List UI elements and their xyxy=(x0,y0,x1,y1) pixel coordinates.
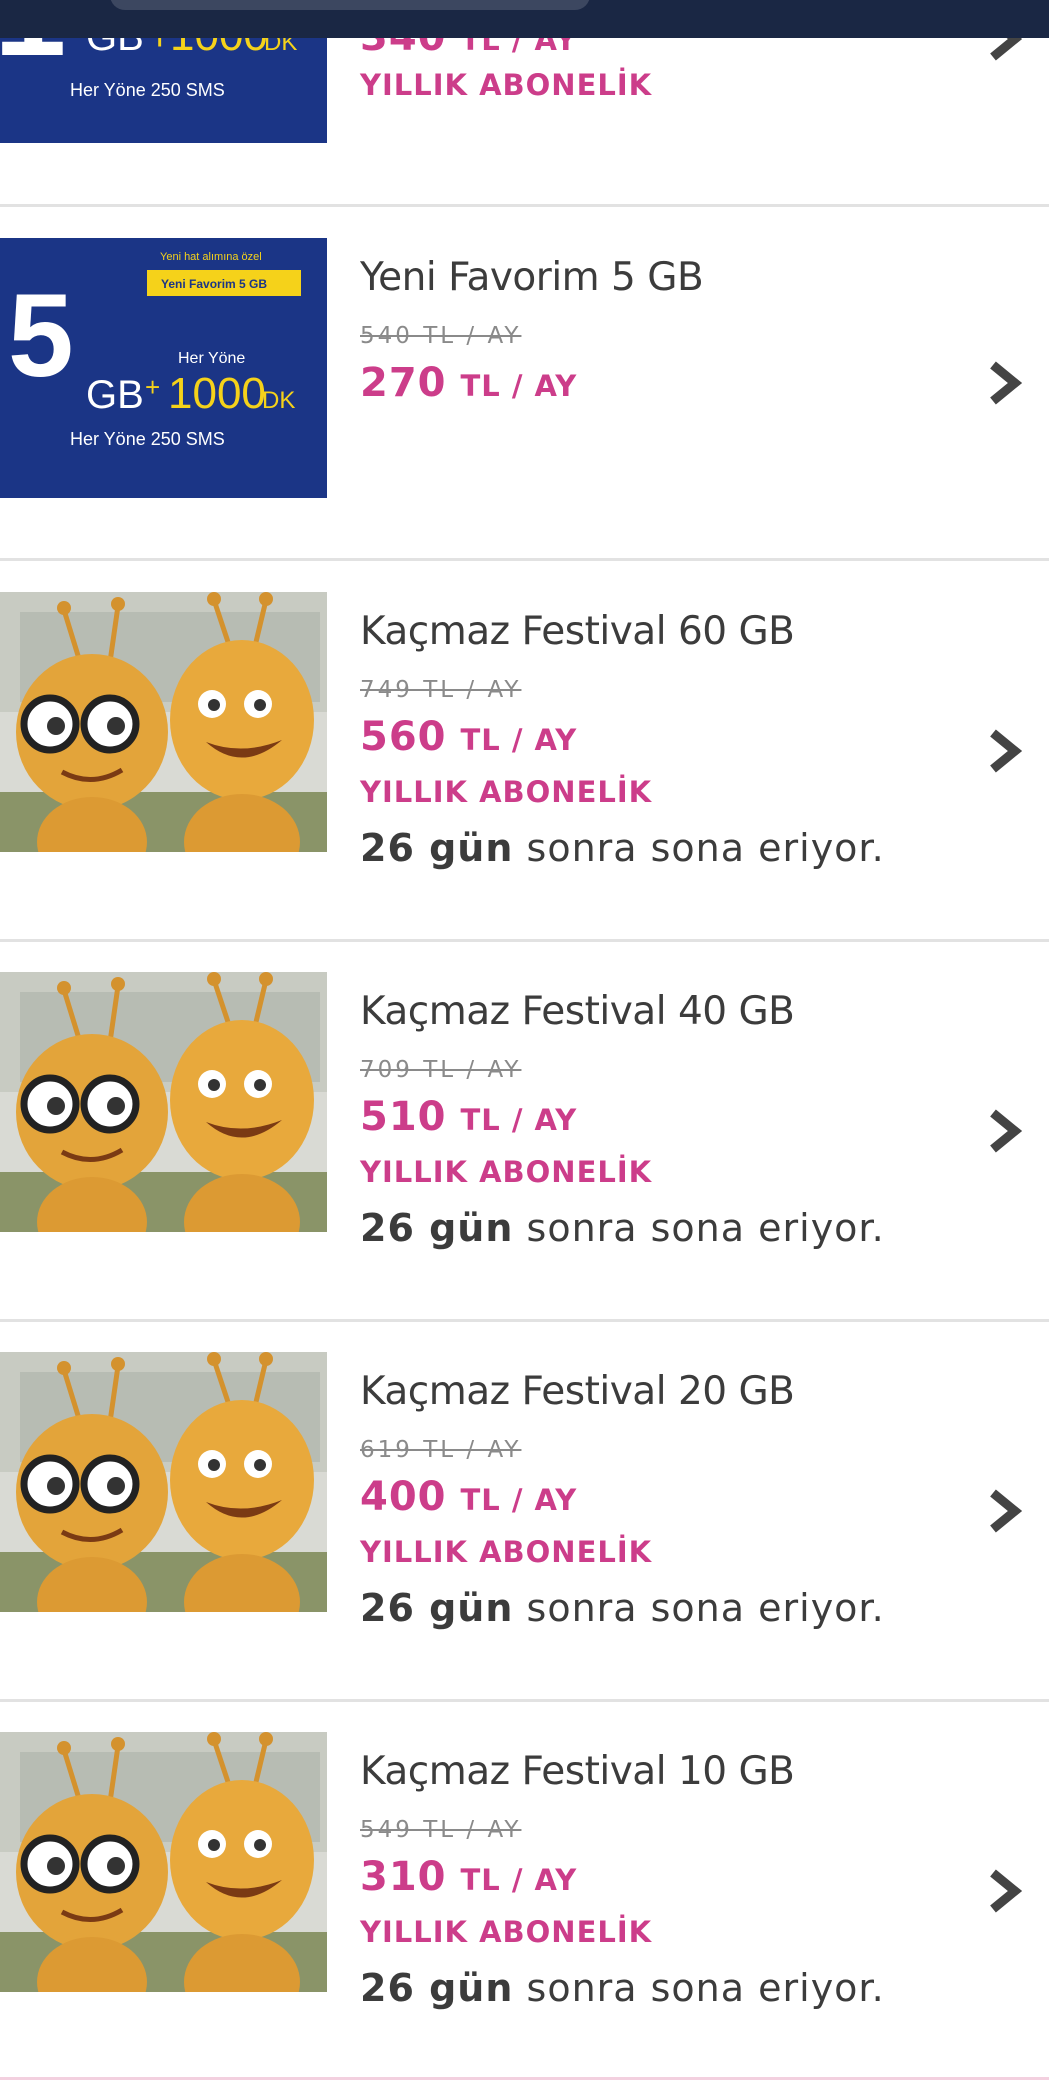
old-price: 540 TL / AY xyxy=(360,323,522,349)
offer-price: 310 TL / AY xyxy=(360,1854,578,1900)
offer-item-kacmaz-20gb[interactable]: Kaçmaz Festival 20 GB 619 TL / AY 400 TL … xyxy=(0,1321,1049,1701)
offer-price: 270 TL / AY xyxy=(360,360,578,406)
svg-text:Her Yöne: Her Yöne xyxy=(178,350,245,367)
svg-text:5: 5 xyxy=(8,270,74,402)
offer-mascot-image xyxy=(0,972,327,1232)
expiry-text: 26 gün sonra sona eriyor. xyxy=(360,1966,885,2010)
old-price: 619 TL / AY xyxy=(360,1437,522,1463)
old-price: 749 TL / AY xyxy=(360,677,522,703)
offer-price: 560 TL / AY xyxy=(360,714,578,760)
address-bar[interactable] xyxy=(110,0,590,10)
offer-item-kacmaz-60gb[interactable]: Kaçmaz Festival 60 GB 749 TL / AY 560 TL … xyxy=(0,561,1049,941)
old-price: 549 TL / AY xyxy=(360,1817,522,1843)
svg-text:Yeni hat alımına özel: Yeni hat alımına özel xyxy=(160,251,262,263)
svg-text:Her Yöne 250 SMS: Her Yöne 250 SMS xyxy=(70,429,225,449)
annual-subscription-label: YILLIK ABONELİK xyxy=(360,68,653,102)
expiry-text: 26 gün sonra sona eriyor. xyxy=(360,1586,885,1630)
chevron-right-icon[interactable] xyxy=(988,1868,1022,1914)
chevron-right-icon[interactable] xyxy=(988,728,1022,774)
offer-title: Kaçmaz Festival 60 GB xyxy=(360,609,795,654)
offer-title: Kaçmaz Festival 40 GB xyxy=(360,989,795,1034)
svg-text:Yeni Favorim 5 GB: Yeni Favorim 5 GB xyxy=(161,277,267,291)
annual-subscription-label: YILLIK ABONELİK xyxy=(360,775,653,809)
offer-title: Kaçmaz Festival 20 GB xyxy=(360,1369,795,1414)
offer-item-kacmaz-40gb[interactable]: Kaçmaz Festival 40 GB 709 TL / AY 510 TL … xyxy=(0,941,1049,1321)
offer-mascot-image xyxy=(0,592,327,852)
offer-price: 400 TL / AY xyxy=(360,1474,578,1520)
offer-title: Yeni Favorim 5 GB xyxy=(360,255,704,300)
chevron-right-icon[interactable] xyxy=(988,360,1022,406)
annual-subscription-label: YILLIK ABONELİK xyxy=(360,1915,653,1949)
offer-mascot-image xyxy=(0,1352,327,1612)
chevron-right-icon[interactable] xyxy=(988,1488,1022,1534)
svg-text:Her Yöne 250 SMS: Her Yöne 250 SMS xyxy=(70,80,225,100)
offer-mascot-image xyxy=(0,1732,327,1992)
browser-top-bar xyxy=(0,0,1049,38)
svg-text:1000: 1000 xyxy=(168,369,266,418)
expiry-text: 26 gün sonra sona eriyor. xyxy=(360,826,885,870)
svg-text:GB: GB xyxy=(86,373,144,417)
offer-item-kacmaz-10gb[interactable]: Kaçmaz Festival 10 GB 549 TL / AY 310 TL … xyxy=(0,1701,1049,2081)
annual-subscription-label: YILLIK ABONELİK xyxy=(360,1535,653,1569)
svg-text:DK: DK xyxy=(262,387,295,414)
chevron-right-icon[interactable] xyxy=(988,1108,1022,1154)
item-divider xyxy=(0,2077,1049,2080)
old-price: 709 TL / AY xyxy=(360,1057,522,1083)
offer-item-yeni-favorim-5gb[interactable]: Yeni hat alımına özel Yeni Favorim 5 GB … xyxy=(0,207,1049,559)
offer-banner-image: Yeni hat alımına özel Yeni Favorim 5 GB … xyxy=(0,238,327,498)
svg-text:+: + xyxy=(145,372,160,402)
annual-subscription-label: YILLIK ABONELİK xyxy=(360,1155,653,1189)
offer-price: 510 TL / AY xyxy=(360,1094,578,1140)
expiry-text: 26 gün sonra sona eriyor. xyxy=(360,1206,885,1250)
offer-title: Kaçmaz Festival 10 GB xyxy=(360,1749,795,1794)
